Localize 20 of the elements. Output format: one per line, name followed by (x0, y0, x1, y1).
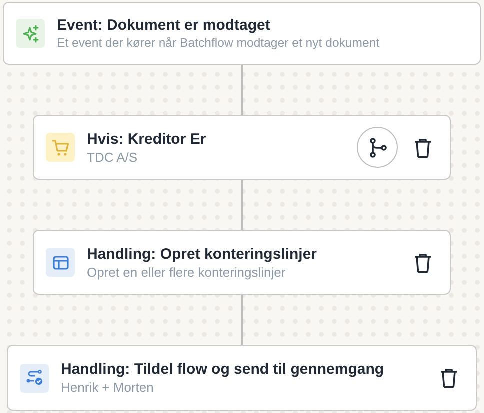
node-description: Et event der kører når Batchflow modtager et nyt dokument (57, 34, 381, 52)
node-description: Henrik + Morten (61, 379, 155, 396)
assign-card[interactable]: Handling: Tildel flow og send til gennemgang Henrik + Morten (7, 345, 477, 411)
branch-button[interactable] (357, 127, 398, 168)
condition-card[interactable]: Hvis: Kreditor Er TDC A/S (33, 115, 451, 180)
cart-icon (46, 133, 75, 162)
flow-icon (20, 364, 49, 392)
node-title: Handling: Tildel flow og send til gennemgang (61, 360, 386, 379)
action-card[interactable]: Handling: Opret konteringslinjer Opret en eller flere konteringslinjer (33, 230, 451, 295)
layout-icon (46, 248, 75, 277)
node-title: Hvis: Kreditor Er (87, 130, 208, 148)
node-description: Opret en eller flere konteringslinjer (87, 264, 287, 280)
node-description: TDC A/S (87, 148, 139, 166)
sparkle-icon (16, 19, 45, 48)
node-title: Handling: Opret konteringslinjer (87, 244, 318, 264)
node-title: Event: Dokument er modtaget (57, 16, 272, 34)
trash-icon (438, 367, 460, 389)
trash-icon (412, 252, 434, 274)
trash-icon (412, 136, 434, 158)
event-card[interactable]: Event: Dokument er modtaget Et event der kører når Batchflow modtager et nyt dokument (3, 2, 481, 65)
